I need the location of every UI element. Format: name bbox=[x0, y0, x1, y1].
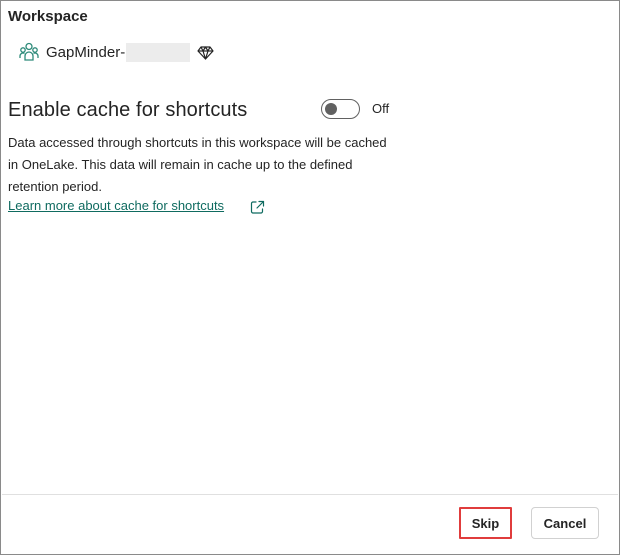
learn-more-link[interactable]: Learn more about cache for shortcuts bbox=[8, 198, 224, 213]
cache-toggle-switch[interactable] bbox=[321, 99, 360, 119]
toggle-state-label: Off bbox=[372, 101, 390, 116]
open-external-icon[interactable] bbox=[250, 200, 265, 215]
cancel-button[interactable]: Cancel bbox=[531, 507, 599, 539]
premium-diamond-icon bbox=[197, 44, 214, 61]
workspace-name: GapMinder- bbox=[46, 43, 126, 61]
cache-setting-title: Enable cache for shortcuts bbox=[8, 99, 248, 121]
skip-button[interactable]: Skip bbox=[459, 507, 512, 539]
workspace-people-icon bbox=[18, 41, 40, 63]
redacted-region bbox=[126, 42, 191, 62]
workspace-row: GapMinder- bbox=[18, 41, 214, 63]
workspace-section-title: Workspace bbox=[8, 8, 88, 25]
toggle-knob bbox=[325, 103, 337, 115]
footer-divider bbox=[2, 494, 618, 495]
cache-description: Data accessed through shortcuts in this … bbox=[8, 135, 387, 194]
cache-settings-dialog: Workspace GapMinder- Enable cache for sh… bbox=[0, 0, 620, 555]
